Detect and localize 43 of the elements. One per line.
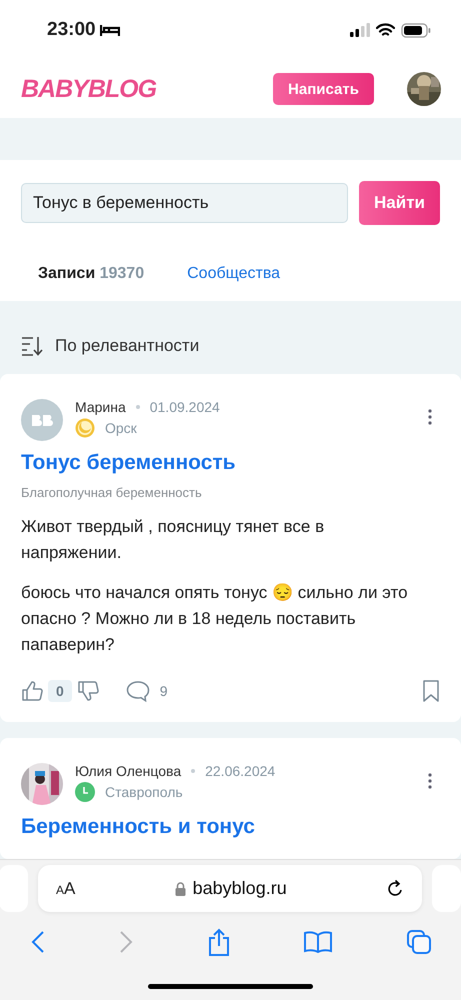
post-date: 22.06.2024 bbox=[205, 763, 276, 779]
address-bar[interactable]: AA babyblog.ru bbox=[38, 865, 422, 912]
author-name[interactable]: Марина bbox=[75, 399, 126, 415]
tab[interactable]: Сообщества bbox=[187, 264, 280, 282]
more-icon[interactable] bbox=[428, 409, 432, 425]
moon-badge-icon bbox=[75, 418, 95, 438]
post-date: 01.09.2024 bbox=[150, 399, 220, 415]
clock-badge-icon bbox=[75, 782, 95, 802]
post-title[interactable]: Тонус беременность bbox=[21, 451, 440, 475]
tab[interactable]: Записи 19370 bbox=[38, 264, 144, 282]
sort-icon bbox=[21, 336, 43, 356]
share-icon[interactable] bbox=[208, 928, 230, 956]
comment-icon[interactable] bbox=[126, 680, 150, 702]
bed-icon bbox=[100, 23, 120, 37]
logo-avatar-icon bbox=[21, 399, 63, 441]
more-icon[interactable] bbox=[428, 773, 432, 789]
book-icon[interactable] bbox=[304, 931, 332, 953]
clock-time: 23:00 bbox=[47, 19, 96, 41]
city-label: Орск bbox=[105, 420, 137, 436]
city-label: Ставрополь bbox=[105, 784, 183, 800]
author-name[interactable]: Юлия Оленцова bbox=[75, 763, 182, 779]
signal-icon bbox=[350, 23, 370, 37]
comment-count: 9 bbox=[160, 683, 168, 699]
like-count: 0 bbox=[48, 680, 72, 702]
post-text: боюсь что начался опять тонус 😔 сильно ли это опасно ? Можно ли в 18 недель поставить папаверин? bbox=[21, 582, 409, 656]
sort-selector[interactable]: По релевантности bbox=[55, 336, 200, 356]
battery-icon bbox=[401, 22, 431, 38]
tabs-icon[interactable] bbox=[406, 930, 430, 954]
wifi-icon bbox=[376, 23, 395, 37]
thumbs-down-icon[interactable] bbox=[76, 680, 99, 702]
search-field[interactable]: Тонус в беременность bbox=[21, 183, 348, 223]
post-title[interactable]: Беременность и тонус bbox=[21, 815, 440, 839]
thumbs-up-icon[interactable] bbox=[21, 680, 43, 702]
back-icon[interactable] bbox=[30, 930, 44, 954]
forward-icon[interactable] bbox=[119, 930, 133, 954]
bookmark-icon[interactable] bbox=[422, 680, 440, 702]
logo[interactable]: BABYBLOG bbox=[21, 74, 156, 104]
lock-icon bbox=[174, 882, 186, 896]
text-size-button[interactable]: AA bbox=[56, 878, 76, 898]
url-text: babyblog.ru bbox=[192, 878, 287, 899]
search-button[interactable]: Найти bbox=[359, 181, 440, 225]
post-text: Живот твердый , поясницу тянет все в напряжении. bbox=[21, 516, 326, 564]
reload-icon[interactable] bbox=[386, 878, 404, 898]
